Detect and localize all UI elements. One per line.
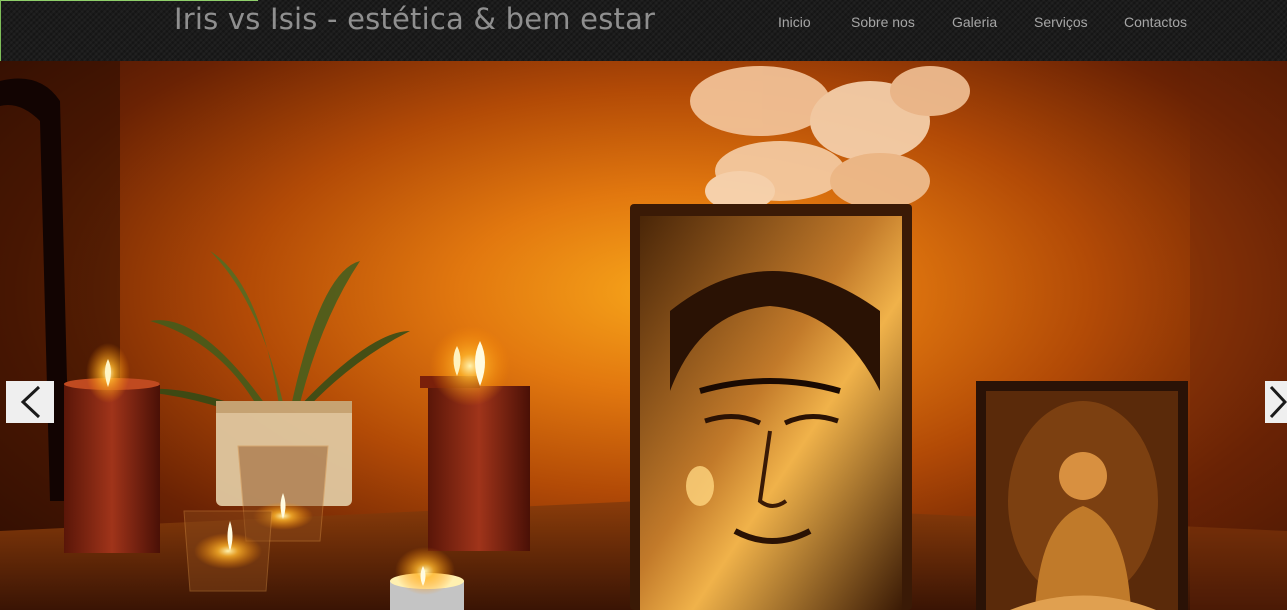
slide-image	[0, 61, 1287, 610]
chevron-left-icon	[20, 385, 41, 419]
buddha-plaque	[630, 204, 912, 610]
main-nav: Inicio Sobre nos Galeria Serviços Contac…	[0, 14, 1287, 34]
nav-item-galeria[interactable]: Galeria	[952, 14, 997, 30]
chevron-right-icon	[1269, 385, 1287, 419]
nav-item-inicio[interactable]: Inicio	[778, 14, 811, 30]
nav-item-contactos[interactable]: Contactos	[1124, 14, 1187, 30]
site-header: Iris vs Isis - estética & bem estar Inic…	[0, 0, 1287, 62]
small-buddha-plaque	[976, 381, 1188, 610]
slider-next-button[interactable]	[1265, 381, 1287, 423]
slider-prev-button[interactable]	[6, 381, 54, 423]
hero-slider	[0, 61, 1287, 610]
nav-item-servicos[interactable]: Serviços	[1034, 14, 1088, 30]
flowers	[690, 66, 970, 211]
nav-item-sobre-nos[interactable]: Sobre nos	[851, 14, 915, 30]
